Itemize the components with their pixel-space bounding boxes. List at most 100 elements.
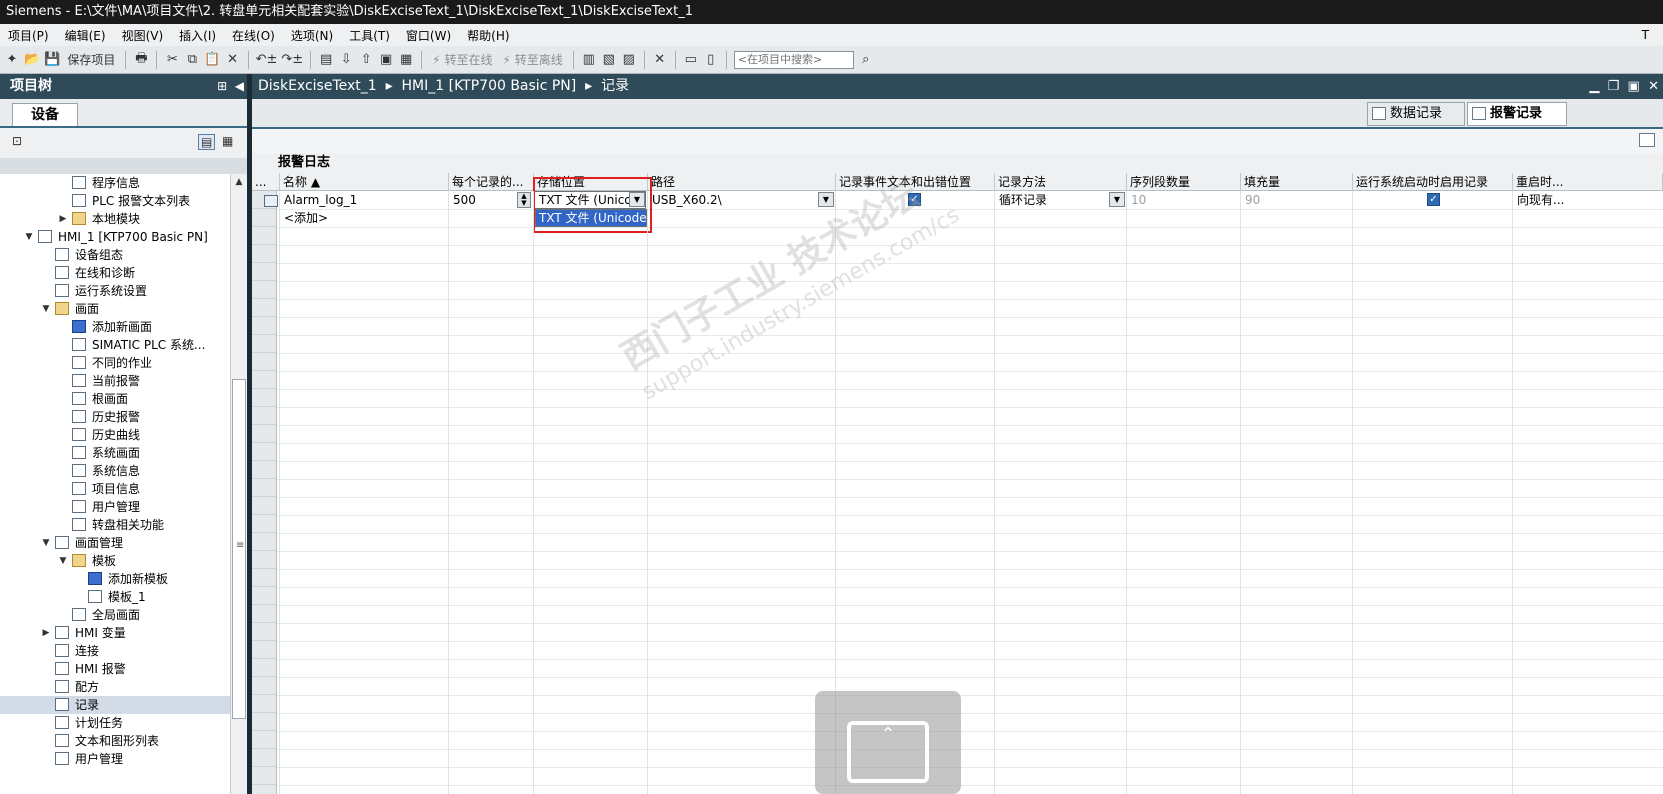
tree-item[interactable]: 运行系统设置: [0, 282, 230, 300]
row-header[interactable]: [252, 461, 277, 479]
tree-item[interactable]: 项目信息: [0, 480, 230, 498]
row-header[interactable]: [252, 749, 277, 767]
tree-item[interactable]: 系统画面: [0, 444, 230, 462]
tree-item[interactable]: 用户管理: [0, 750, 230, 768]
tree-item[interactable]: 全局画面: [0, 606, 230, 624]
menu-item[interactable]: 窗口(W): [398, 27, 459, 44]
restore-icon[interactable]: ❐: [1608, 79, 1620, 94]
tree-scrollbar[interactable]: ▲ ≡: [230, 174, 247, 794]
collapsed-arrow-icon[interactable]: ▶: [41, 624, 51, 642]
column-header[interactable]: 重启时...: [1513, 173, 1663, 191]
copy-icon[interactable]: ⧉: [184, 50, 200, 70]
tree-item[interactable]: ▶ HMI 变量: [0, 624, 230, 642]
tree-item[interactable]: 不同的作业: [0, 354, 230, 372]
split-vertical-icon[interactable]: ▯: [703, 50, 719, 70]
overview-icon[interactable]: ▤: [198, 134, 216, 150]
tree-item[interactable]: HMI 报警: [0, 660, 230, 678]
close-editors-icon[interactable]: ✕: [652, 50, 668, 70]
row-header[interactable]: [252, 605, 277, 623]
go-online-button[interactable]: ⚡ 转至在线: [429, 50, 495, 70]
tree-item[interactable]: 模板_1: [0, 588, 230, 606]
row-header[interactable]: [252, 425, 277, 443]
tab-data-logs[interactable]: 数据记录: [1367, 102, 1465, 126]
row-header[interactable]: [252, 407, 277, 425]
print-icon[interactable]: 🖶: [133, 50, 149, 70]
expanded-arrow-icon[interactable]: ▼: [24, 228, 34, 246]
tree-item[interactable]: 添加新画面: [0, 318, 230, 336]
row-header[interactable]: [252, 731, 277, 749]
cut-icon[interactable]: ✂: [164, 50, 180, 70]
compare-icon[interactable]: ▨: [621, 50, 637, 70]
chevron-down-icon[interactable]: ▼: [818, 192, 834, 207]
row-header[interactable]: [252, 299, 277, 317]
tree-item[interactable]: 文本和图形列表: [0, 732, 230, 750]
menu-item[interactable]: 插入(I): [171, 27, 224, 44]
split-horizontal-icon[interactable]: ▭: [683, 50, 699, 70]
menu-item[interactable]: 编辑(E): [57, 27, 114, 44]
row-header[interactable]: [252, 209, 277, 227]
tree-item[interactable]: ▼ 画面管理: [0, 534, 230, 552]
row-header[interactable]: [252, 569, 277, 587]
tree-item[interactable]: 连接: [0, 642, 230, 660]
compile-icon[interactable]: ▤: [318, 50, 334, 70]
float-icon[interactable]: ▣: [1628, 79, 1640, 94]
column-header[interactable]: 填充量: [1241, 173, 1353, 191]
tree-item[interactable]: 添加新模板: [0, 570, 230, 588]
menu-item[interactable]: 选项(N): [283, 27, 341, 44]
tree-item[interactable]: ▼ HMI_1 [KTP700 Basic PN]: [0, 228, 230, 246]
row-header[interactable]: [252, 515, 277, 533]
tree-item[interactable]: 根画面: [0, 390, 230, 408]
row-header[interactable]: [252, 713, 277, 731]
row-header[interactable]: [252, 695, 277, 713]
row-header[interactable]: [252, 533, 277, 551]
collapsed-arrow-icon[interactable]: ▶: [58, 210, 68, 228]
search-binoculars-icon[interactable]: ⌕: [858, 50, 874, 70]
go-offline-button[interactable]: ⚡ 转至离线: [499, 50, 565, 70]
expanded-arrow-icon[interactable]: ▼: [41, 300, 51, 318]
tree-item[interactable]: ▼ 画面: [0, 300, 230, 318]
paste-icon[interactable]: 📋: [204, 50, 220, 70]
column-header[interactable]: 序列段数量: [1127, 173, 1241, 191]
cross-reference-icon[interactable]: ▧: [601, 50, 617, 70]
tab-devices[interactable]: 设备: [12, 103, 78, 127]
tree-item[interactable]: PLC 报警文本列表: [0, 192, 230, 210]
column-header[interactable]: 每个记录的...: [449, 173, 534, 191]
tree-item[interactable]: 历史曲线: [0, 426, 230, 444]
scrollbar-thumb[interactable]: ≡: [232, 379, 246, 719]
tree-item[interactable]: SIMATIC PLC 系统...: [0, 336, 230, 354]
tree-item[interactable]: ▼ 模板: [0, 552, 230, 570]
menu-item[interactable]: 工具(T): [341, 27, 398, 44]
log-event-text-checkbox[interactable]: ✓: [908, 193, 921, 206]
tree-item[interactable]: 程序信息: [0, 174, 230, 192]
tab-alarm-logs[interactable]: 报警记录: [1467, 102, 1567, 126]
column-header[interactable]: 运行系统启动时启用记录: [1353, 173, 1513, 191]
row-header[interactable]: [252, 497, 277, 515]
split-pane-icon[interactable]: ⊞: [217, 79, 227, 93]
column-header[interactable]: 路径: [648, 173, 836, 191]
collapse-pane-icon[interactable]: ◀: [235, 79, 244, 93]
delete-icon[interactable]: ✕: [225, 50, 241, 70]
simulate-icon[interactable]: ▣: [378, 50, 394, 70]
overlay-panel[interactable]: ⌃: [815, 691, 961, 794]
enable-on-startup-checkbox[interactable]: ✓: [1427, 193, 1440, 206]
tree-item[interactable]: 配方: [0, 678, 230, 696]
accessible-devices-icon[interactable]: ▥: [581, 50, 597, 70]
add-row[interactable]: <添加>: [280, 209, 448, 227]
cell-segments[interactable]: 10: [1127, 191, 1237, 209]
column-header[interactable]: ...: [252, 173, 280, 191]
tree-item[interactable]: 当前报警: [0, 372, 230, 390]
tree-item[interactable]: 系统信息: [0, 462, 230, 480]
tree-view-icon[interactable]: ⊡: [12, 134, 22, 148]
cell-fill-level[interactable]: 90: [1241, 191, 1351, 209]
row-header[interactable]: [252, 587, 277, 605]
cell-name[interactable]: Alarm_log_1: [280, 191, 448, 209]
undo-icon[interactable]: ↶±: [256, 50, 278, 70]
row-header[interactable]: [252, 785, 277, 794]
row-header[interactable]: [252, 641, 277, 659]
expanded-arrow-icon[interactable]: ▼: [41, 534, 51, 552]
minimize-icon[interactable]: ▁: [1589, 79, 1599, 94]
upload-icon[interactable]: ⇧: [358, 50, 374, 70]
tree-item[interactable]: 历史报警: [0, 408, 230, 426]
tree-item[interactable]: 设备组态: [0, 246, 230, 264]
breadcrumb-logs[interactable]: 记录: [601, 78, 629, 94]
